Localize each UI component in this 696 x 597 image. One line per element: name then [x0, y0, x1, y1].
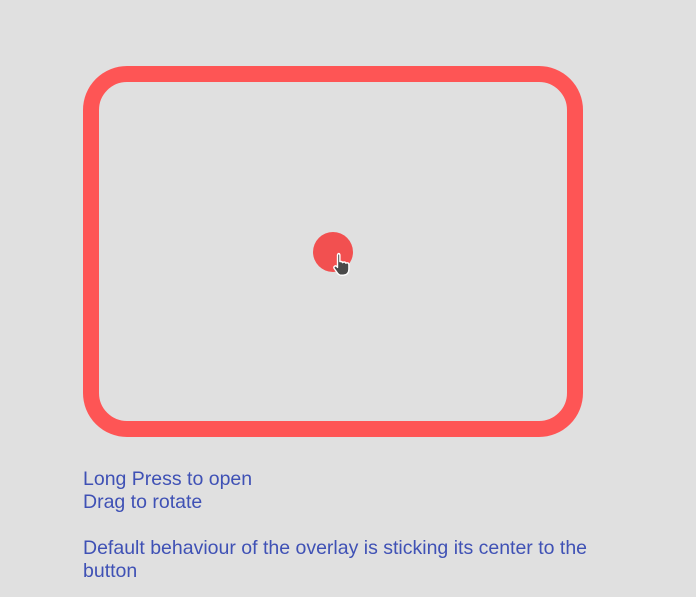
instruction-spacer	[83, 514, 603, 537]
instruction-long-press: Long Press to open	[83, 468, 253, 490]
long-press-button[interactable]	[313, 232, 353, 272]
instruction-drag-rotate: Drag to rotate	[83, 491, 203, 513]
app-screen: Long Press to open Drag to rotate Defaul…	[0, 0, 696, 597]
instruction-default-behaviour: Default behaviour of the overlay is stic…	[83, 537, 588, 582]
instructions-text: Long Press to open Drag to rotate Defaul…	[83, 468, 603, 583]
